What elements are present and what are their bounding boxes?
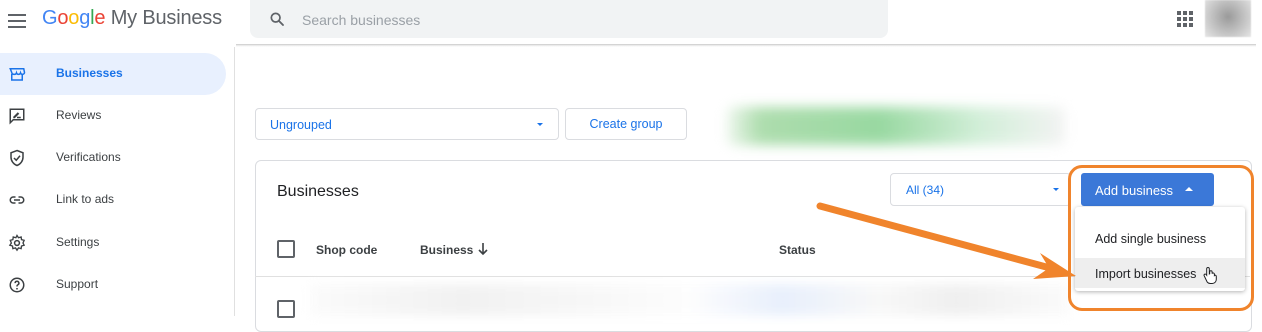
sidebar-item-businesses[interactable]: Businesses <box>0 53 226 95</box>
redacted-banner <box>727 107 1065 145</box>
sidebar-nav: Businesses Reviews Verifications Link to… <box>0 47 235 316</box>
sidebar-item-label: Reviews <box>56 108 102 122</box>
account-avatar[interactable] <box>1205 0 1251 37</box>
card-title: Businesses <box>277 183 359 200</box>
sidebar-item-verifications[interactable]: Verifications <box>0 137 226 179</box>
filter-select-value: All (34) <box>906 183 945 197</box>
search-bar[interactable] <box>250 0 888 38</box>
shield-check-icon <box>10 149 24 167</box>
status-filter-select[interactable]: All (34) <box>890 173 1071 206</box>
hamburger-menu-icon[interactable] <box>8 10 26 32</box>
column-header-business[interactable]: Business <box>420 243 473 257</box>
column-header-status[interactable]: Status <box>779 243 816 257</box>
header-divider <box>236 44 1256 47</box>
sort-arrow-down-icon[interactable] <box>478 242 488 256</box>
logo-google-text: Google <box>42 7 106 29</box>
column-header-shop-code[interactable]: Shop code <box>316 243 377 257</box>
apps-grid-icon[interactable] <box>1177 11 1193 27</box>
google-my-business-logo[interactable]: Google My Business <box>42 7 222 30</box>
row-checkbox[interactable] <box>277 300 295 318</box>
top-app-bar: Google My Business <box>0 0 1262 44</box>
create-group-button[interactable]: Create group <box>565 108 687 140</box>
sidebar-item-link-to-ads[interactable]: Link to ads <box>0 179 226 221</box>
sidebar-item-reviews[interactable]: Reviews <box>0 95 226 137</box>
select-all-checkbox[interactable] <box>277 240 295 258</box>
link-icon <box>9 196 25 204</box>
sidebar-item-label: Support <box>56 277 99 291</box>
sidebar-item-support[interactable]: Support <box>0 264 226 306</box>
logo-product-text: My Business <box>110 7 222 29</box>
search-input[interactable] <box>300 8 864 32</box>
sidebar-item-label: Settings <box>56 235 100 249</box>
sidebar-item-label: Verifications <box>56 150 121 164</box>
group-select[interactable]: Ungrouped <box>255 108 559 140</box>
search-icon[interactable] <box>269 11 285 27</box>
review-icon <box>9 108 25 125</box>
sidebar-item-settings[interactable]: Settings <box>0 222 226 264</box>
table-row[interactable] <box>310 284 1070 316</box>
group-select-value: Ungrouped <box>270 118 332 132</box>
sidebar-item-label: Link to ads <box>56 192 115 206</box>
storefront-icon <box>9 68 26 81</box>
gear-icon <box>8 234 26 252</box>
chevron-down-icon <box>1053 188 1059 191</box>
help-icon <box>9 277 25 293</box>
sidebar-item-label: Businesses <box>56 66 123 80</box>
orange-highlight-box <box>1068 165 1254 311</box>
chevron-down-icon <box>537 123 543 126</box>
